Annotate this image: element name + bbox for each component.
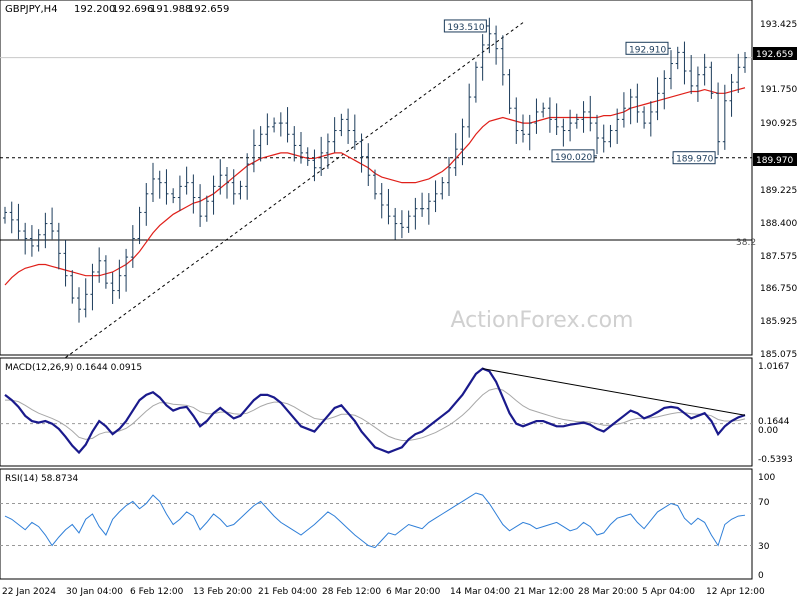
support-level-label: 189.970 [756, 156, 793, 166]
time-tick-label: 28 Feb 12:00 [322, 587, 381, 597]
price-tick-label: 191.750 [760, 85, 797, 95]
time-tick-label: 28 Mar 20:00 [578, 587, 638, 597]
price-tick-label: 186.750 [760, 284, 797, 294]
svg-text:192.910: 192.910 [629, 45, 666, 55]
price-tick-label: 185.925 [760, 317, 797, 327]
time-tick-label: 14 Mar 04:00 [450, 587, 510, 597]
price-annotation: 189.970 [672, 151, 719, 165]
time-tick-label: 12 Apr 12:00 [706, 587, 765, 597]
price-tick-label: 187.575 [760, 252, 797, 262]
macd-tick-label: 0.00 [758, 426, 778, 436]
rsi-tick-label: 100 [758, 473, 775, 483]
time-tick-label: 21 Mar 12:00 [514, 587, 574, 597]
macd-label: MACD(12,26,9) 0.1644 0.0915 [5, 363, 142, 373]
time-tick-label: 6 Mar 20:00 [386, 587, 441, 597]
price-annotation: 193.510 [443, 19, 490, 33]
macd-tick-label: 1.0167 [758, 362, 790, 372]
price-annotation: 190.020 [551, 149, 597, 163]
time-tick-label: 22 Jan 2024 [2, 587, 56, 597]
price-annotation: 192.910 [625, 41, 671, 55]
price-tick-label: 189.225 [760, 186, 797, 196]
rsi-tick-label: 70 [758, 498, 770, 508]
rsi-tick-label: 30 [758, 542, 770, 552]
chart: ActionForex.com 193.510 192.910 190.020 189… [0, 0, 800, 600]
macd-tick-label: -0.5393 [758, 455, 793, 465]
time-tick-label: 5 Apr 04:00 [642, 587, 695, 597]
chart-header-close: 192.659 [188, 4, 229, 15]
price-tick-label: 185.075 [760, 350, 797, 360]
svg-text:190.020: 190.020 [555, 153, 592, 163]
chart-header-low: 191.988 [150, 4, 191, 15]
current-price-label: 192.659 [756, 50, 793, 60]
svg-text:193.510: 193.510 [447, 23, 484, 33]
chart-header-high: 192.696 [112, 4, 153, 15]
time-tick-label: 21 Feb 04:00 [258, 587, 317, 597]
price-tick-label: 193.425 [760, 20, 797, 30]
price-tick-label: 188.400 [760, 219, 797, 229]
svg-text:189.970: 189.970 [676, 155, 713, 165]
time-tick-label: 30 Jan 04:00 [66, 587, 123, 597]
chart-header-open: 192.200 [74, 4, 115, 15]
time-tick-label: 13 Feb 20:00 [193, 587, 252, 597]
rsi-label: RSI(14) 58.8734 [5, 474, 78, 484]
watermark: ActionForex.com [451, 308, 634, 333]
rsi-tick-label: 0 [758, 571, 764, 581]
chart-header-symbol: GBPJPY,H4 [5, 4, 58, 15]
fib-level-label: 38.2 [736, 238, 756, 248]
time-tick-label: 6 Feb 12:00 [130, 587, 184, 597]
price-tick-label: 190.925 [760, 119, 797, 129]
